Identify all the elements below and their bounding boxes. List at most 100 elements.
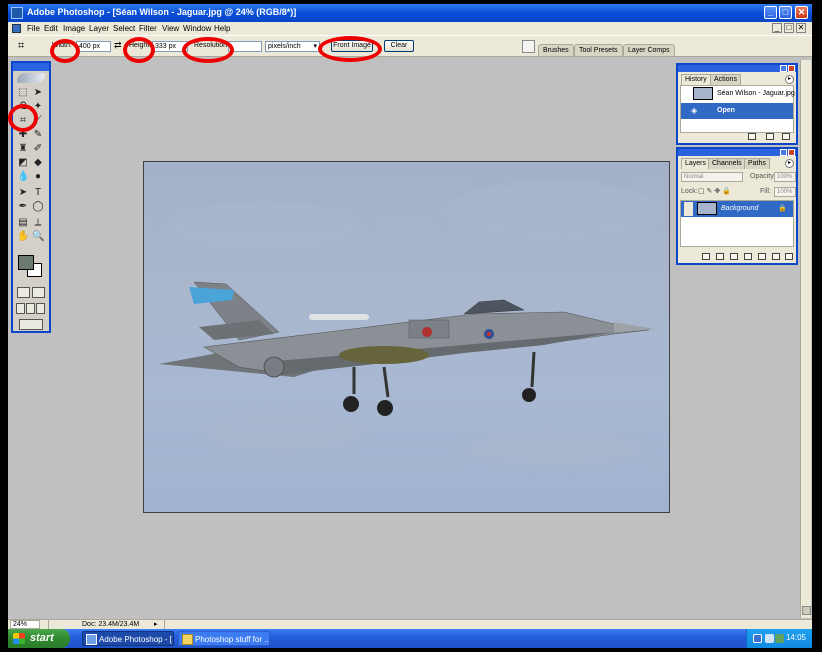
menu-image[interactable]: Image	[63, 24, 85, 33]
security-icon[interactable]	[775, 634, 784, 643]
history-state-open[interactable]: ◈ Open	[681, 103, 793, 119]
window-title: Adobe Photoshop - [Séan Wilson - Jaguar.…	[27, 7, 297, 17]
tab-paths[interactable]: Paths	[744, 158, 770, 169]
eye-icon[interactable]	[684, 202, 693, 216]
adjustment-layer-icon[interactable]	[744, 253, 752, 260]
palette-well-icon[interactable]	[522, 40, 535, 53]
network-icon[interactable]	[753, 634, 762, 643]
swap-dimensions-icon[interactable]: ⇄	[114, 40, 122, 51]
menu-filter[interactable]: Filter	[139, 24, 157, 33]
clone-stamp-tool-icon[interactable]: ♜	[17, 143, 29, 155]
jump-to-imageready-button[interactable]	[19, 319, 43, 330]
photoshop-logo-icon	[11, 7, 23, 19]
tab-layers[interactable]: Layers	[681, 158, 711, 169]
tab-brushes[interactable]: Brushes	[538, 44, 574, 56]
menu-window[interactable]: Window	[183, 24, 211, 33]
panel-menu-button[interactable]: ▸	[785, 75, 794, 84]
trash-icon[interactable]	[785, 253, 793, 260]
move-tool-icon[interactable]: ➤	[32, 87, 44, 99]
resolution-unit-select[interactable]: pixels/inch ▾	[265, 41, 320, 52]
paint-bucket-tool-icon[interactable]: ◆	[32, 157, 44, 169]
panel-menu-button[interactable]: ▸	[785, 159, 794, 168]
standard-mode-button[interactable]	[17, 287, 30, 298]
maximize-button[interactable]: □	[779, 6, 792, 19]
screen-mode-standard-button[interactable]	[16, 303, 25, 314]
layer-mask-icon[interactable]	[730, 253, 738, 260]
crop-tool-preset-icon[interactable]: ⌗	[18, 40, 32, 53]
history-panel-title-bar[interactable]	[678, 65, 796, 72]
clear-button[interactable]: Clear	[384, 40, 414, 52]
eraser-tool-icon[interactable]: ◩	[17, 157, 29, 169]
type-tool-icon[interactable]: T	[32, 187, 44, 199]
foreground-color-swatch[interactable]	[18, 255, 34, 270]
marquee-tool-icon[interactable]: ⬚	[17, 87, 29, 99]
taskbar-item-photoshop[interactable]: Adobe Photoshop - [...	[82, 631, 174, 646]
panel-close-button[interactable]	[788, 149, 795, 156]
close-button[interactable]: ✕	[795, 6, 808, 19]
new-snapshot-icon[interactable]	[766, 133, 774, 140]
path-selection-tool-icon[interactable]: ➤	[17, 187, 29, 199]
menu-select[interactable]: Select	[113, 24, 135, 33]
start-button[interactable]: start	[8, 629, 70, 648]
tab-tool-presets[interactable]: Tool Presets	[574, 44, 623, 56]
tab-history[interactable]: History	[681, 74, 711, 85]
new-document-from-state-icon[interactable]	[748, 133, 756, 140]
panel-minimize-button[interactable]	[780, 149, 787, 156]
status-menu-arrow-icon[interactable]: ▸	[154, 620, 158, 628]
width-field[interactable]: 400 px	[76, 41, 111, 52]
adobe-feather-icon[interactable]	[17, 73, 45, 83]
doc-minimize-button[interactable]: _	[772, 23, 782, 33]
zoom-tool-icon[interactable]: 🔍	[32, 231, 44, 243]
menu-help[interactable]: Help	[214, 24, 230, 33]
history-brush-source-icon[interactable]: ◈	[691, 103, 697, 119]
tab-layer-comps[interactable]: Layer Comps	[623, 44, 675, 56]
document-canvas[interactable]	[143, 161, 670, 513]
minimize-button[interactable]: _	[764, 6, 777, 19]
new-layer-set-icon[interactable]	[758, 253, 766, 260]
link-icon[interactable]	[702, 253, 710, 260]
opacity-field[interactable]: 100%	[774, 172, 796, 182]
lock-icons[interactable]: ▢ ✎ ✥ 🔒	[698, 187, 731, 195]
brush-tool-icon[interactable]: ✎	[32, 129, 44, 141]
folder-icon	[182, 634, 193, 645]
eyedropper-tool-icon[interactable]: ⟂	[32, 217, 44, 229]
tools-title-bar[interactable]	[13, 63, 49, 71]
tab-actions[interactable]: Actions	[710, 74, 741, 85]
hand-tool-icon[interactable]: ✋	[17, 231, 29, 243]
layer-row-background[interactable]: Background 🔒	[681, 201, 793, 217]
pen-tool-icon[interactable]: ✒	[17, 201, 29, 213]
blend-mode-select[interactable]: Normal	[681, 172, 743, 182]
notes-tool-icon[interactable]: ▤	[17, 217, 29, 229]
jet-wheel	[343, 396, 359, 412]
panel-minimize-button[interactable]	[780, 65, 787, 72]
history-panel: History Actions ▸ Séan Wilson - Jaguar.j…	[676, 63, 798, 145]
doc-restore-button[interactable]: □	[784, 23, 794, 33]
taskbar-item-folder[interactable]: Photoshop stuff for ...	[178, 631, 270, 646]
menu-file[interactable]: File	[27, 24, 40, 33]
history-snapshot[interactable]: Séan Wilson - Jaguar.jpg	[681, 86, 795, 102]
screen-mode-full-button[interactable]	[36, 303, 45, 314]
zoom-field[interactable]: 24%	[10, 620, 40, 629]
menu-view[interactable]: View	[162, 24, 179, 33]
trash-icon[interactable]	[782, 133, 790, 140]
document-menu-icon[interactable]	[12, 24, 21, 33]
screen-mode-menubar-button[interactable]	[26, 303, 35, 314]
tab-channels[interactable]: Channels	[708, 158, 746, 169]
workspace-scrollbar[interactable]	[800, 60, 811, 618]
layers-panel-title-bar[interactable]	[678, 149, 796, 156]
volume-icon[interactable]	[765, 634, 774, 643]
fill-field[interactable]: 100%	[774, 187, 796, 197]
blur-tool-icon[interactable]: 💧	[17, 171, 29, 183]
panel-close-button[interactable]	[788, 65, 795, 72]
layer-style-icon[interactable]	[716, 253, 724, 260]
dodge-tool-icon[interactable]: ●	[32, 171, 44, 183]
new-layer-icon[interactable]	[772, 253, 780, 260]
quick-mask-button[interactable]	[32, 287, 45, 298]
menu-edit[interactable]: Edit	[44, 24, 58, 33]
shape-tool-icon[interactable]: ◯	[32, 201, 44, 213]
title-bar[interactable]: Adobe Photoshop - [Séan Wilson - Jaguar.…	[8, 4, 812, 22]
doc-close-button[interactable]: ✕	[796, 23, 806, 33]
resize-grip[interactable]	[802, 606, 811, 615]
menu-layer[interactable]: Layer	[89, 24, 109, 33]
history-brush-tool-icon[interactable]: ✐	[32, 143, 44, 155]
